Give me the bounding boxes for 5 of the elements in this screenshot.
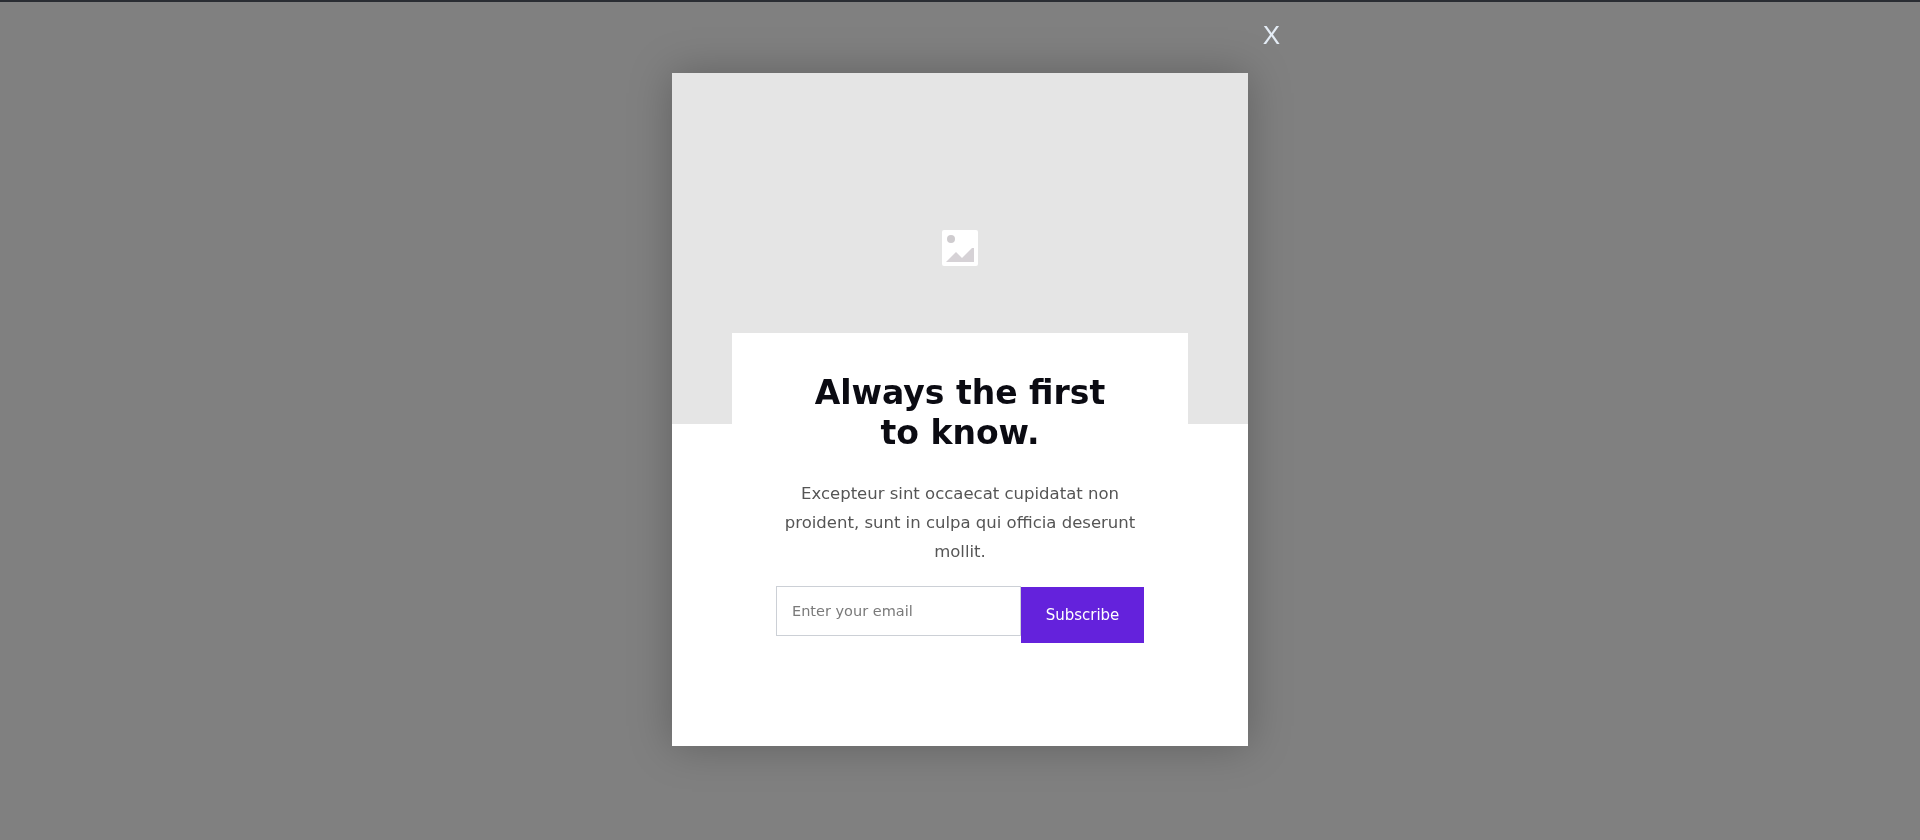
subscribe-button[interactable]: Subscribe (1021, 587, 1144, 643)
image-icon (942, 230, 978, 266)
popup-title: Always the first to know. (813, 373, 1107, 453)
popup-text: Excepteur sint occaecat cupidatat non proident, sunt in culpa qui officia deserunt mollit. (783, 483, 1137, 563)
email-field[interactable]: Enter your email (776, 586, 1021, 636)
